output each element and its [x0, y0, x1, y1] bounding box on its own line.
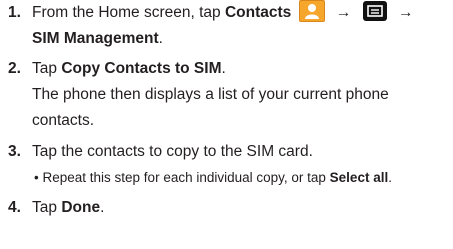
menu-key-icon: [362, 1, 387, 21]
step-body: Tap Copy Contacts to SIM. The phone then…: [32, 58, 389, 136]
bullet-text: Repeat this step for each individual cop…: [42, 170, 330, 185]
step-text: From the Home screen, tap: [32, 4, 225, 22]
step-body: From the Home screen, tap Contacts → → S…: [32, 0, 418, 54]
step-4-line-1: Tap Done.: [32, 197, 104, 223]
contacts-app-icon: [298, 0, 325, 22]
done-label: Done: [61, 199, 101, 216]
step-1-line-1: From the Home screen, tap Contacts → →: [32, 0, 418, 28]
step-2-line-1: Tap Copy Contacts to SIM.: [32, 58, 389, 84]
copy-contacts-label: Copy Contacts to SIM: [61, 60, 222, 77]
step-number: 4.: [8, 199, 21, 216]
arrow-icon: →: [398, 4, 414, 22]
step-number: 2.: [8, 60, 21, 77]
sim-management-label: SIM Management: [32, 30, 159, 47]
arrow-icon: →: [335, 4, 352, 22]
instruction-steps: 1. From the Home screen, tap Contacts →: [0, 0, 453, 249]
step-text: Tap: [32, 60, 62, 77]
step-text: .: [100, 199, 105, 216]
step-3-line-1: Tap the contacts to copy to the SIM card…: [32, 143, 313, 160]
step-text: .: [221, 60, 226, 77]
step-2-detail-1: The phone then displays a list of your c…: [32, 86, 389, 103]
bullet-text-end: .: [388, 170, 392, 185]
step-body: Tap the contacts to copy to the SIM card…: [32, 141, 313, 167]
step-body: Tap Done.: [32, 197, 104, 223]
step-number: 3.: [8, 143, 21, 160]
select-all-label: Select all: [329, 170, 389, 185]
step-text: Tap: [32, 199, 62, 216]
step-1-line-2: SIM Management.: [32, 28, 418, 54]
bullet-icon: •: [34, 170, 39, 185]
step-3-bullet: • Repeat this step for each individual c…: [34, 168, 392, 188]
step-number: 1.: [8, 4, 21, 21]
step-text: .: [158, 30, 163, 47]
contacts-label: Contacts: [224, 4, 292, 22]
step-2-detail-2: contacts.: [32, 112, 95, 129]
